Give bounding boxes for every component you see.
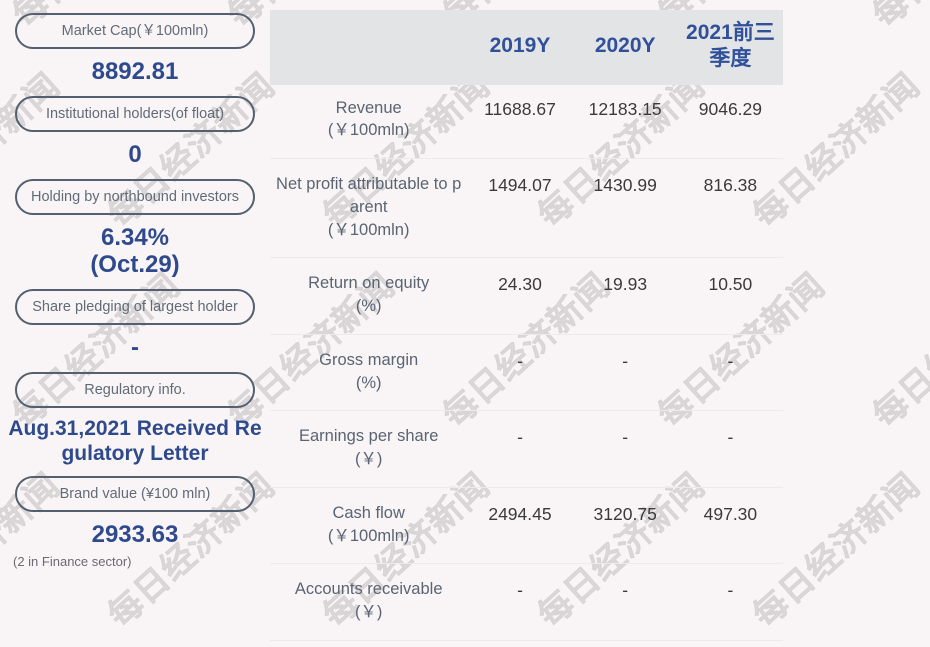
metric-value-share-pledging: - bbox=[131, 334, 139, 362]
row-value: 10.50 bbox=[677, 257, 783, 335]
row-value: 1494.07 bbox=[467, 158, 573, 259]
metric-value-regulatory-info: Aug.31,2021 Received Regulatory Letter bbox=[8, 417, 262, 465]
column-header-2020: 2020Y bbox=[572, 10, 678, 85]
row-value: - bbox=[572, 334, 678, 412]
metric-block-brand-value: Brand value (¥100 mln) 2933.63 (2 in Fin… bbox=[0, 475, 270, 569]
table-row: Gross margin (%) - - - bbox=[270, 334, 783, 412]
row-value: 12183.15 bbox=[572, 84, 678, 160]
row-value: - bbox=[467, 334, 573, 412]
row-value: 497.30 bbox=[677, 487, 783, 565]
metric-block-regulatory-info: Regulatory info. Aug.31,2021 Received Re… bbox=[0, 372, 270, 466]
table-header-row: 2019Y 2020Y 2021前三季度 bbox=[270, 10, 783, 85]
row-label: Gross margin (%) bbox=[270, 334, 468, 412]
metric-label-brand-value[interactable]: Brand value (¥100 mln) bbox=[15, 475, 255, 512]
metric-label-market-cap[interactable]: Market Cap(￥100mln) bbox=[15, 13, 255, 49]
table-row: Return on equity (%) 24.30 19.93 10.50 bbox=[270, 257, 783, 335]
row-value: - bbox=[467, 563, 573, 641]
metric-label-northbound-holding[interactable]: Holding by northbound investors bbox=[15, 178, 255, 215]
metric-label-share-pledging[interactable]: Share pledging of largest holder bbox=[15, 289, 255, 326]
column-header-metric bbox=[270, 10, 468, 85]
row-value: - bbox=[467, 410, 573, 488]
table-row: Cash flow (￥100mln) 2494.45 3120.75 497.30 bbox=[270, 487, 783, 565]
metric-value-brand-value: 2933.63 bbox=[91, 520, 179, 548]
row-label: Revenue (￥100mln) bbox=[270, 84, 468, 160]
row-label: Earnings per share (￥) bbox=[270, 410, 468, 488]
row-value: 3120.75 bbox=[572, 487, 678, 565]
row-value: 1430.99 bbox=[572, 158, 678, 259]
metric-value-institutional-holders: 0 bbox=[128, 140, 142, 168]
metric-label-institutional-holders[interactable]: Institutional holders(of float) bbox=[15, 95, 255, 132]
metric-block-institutional-holders: Institutional holders(of float) 0 bbox=[0, 95, 270, 169]
column-header-2021: 2021前三季度 bbox=[677, 10, 783, 85]
row-label: Net profit attributable to parent (￥100ml… bbox=[270, 158, 468, 259]
table-row: Revenue (￥100mln) 11688.67 12183.15 9046.29 bbox=[270, 84, 783, 160]
financial-table-container: 2019Y 2020Y 2021前三季度 Revenue (￥100mln) 116… bbox=[270, 0, 930, 641]
metrics-sidebar: Market Cap(￥100mln) 8892.81 Institutiona… bbox=[0, 0, 270, 573]
metric-block-northbound-holding: Holding by northbound investors 6.34% (Oc… bbox=[0, 178, 270, 280]
row-value: 2494.45 bbox=[467, 487, 573, 565]
table-body: Revenue (￥100mln) 11688.67 12183.15 9046.29 N… bbox=[270, 84, 783, 641]
metric-block-share-pledging: Share pledging of largest holder - bbox=[0, 289, 270, 362]
metric-value-northbound-holding: 6.34% (Oct.29) bbox=[90, 223, 180, 279]
row-value: 19.93 bbox=[572, 257, 678, 335]
row-label: Accounts receivable (￥) bbox=[270, 563, 468, 641]
table-row: Earnings per share (￥) - - - bbox=[270, 410, 783, 488]
row-value: 11688.67 bbox=[467, 84, 573, 160]
row-label: Return on equity (%) bbox=[270, 257, 468, 335]
column-header-2019: 2019Y bbox=[467, 10, 573, 85]
row-value: - bbox=[677, 410, 783, 488]
metric-label-regulatory-info[interactable]: Regulatory info. bbox=[15, 372, 255, 409]
metric-value-market-cap: 8892.81 bbox=[91, 58, 179, 85]
financial-table: 2019Y 2020Y 2021前三季度 Revenue (￥100mln) 116… bbox=[270, 10, 783, 641]
row-value: - bbox=[677, 334, 783, 412]
table-row: Net profit attributable to parent (￥100ml… bbox=[270, 158, 783, 259]
table-header: 2019Y 2020Y 2021前三季度 bbox=[270, 10, 783, 85]
metric-block-market-cap: Market Cap(￥100mln) 8892.81 bbox=[0, 13, 270, 86]
row-value: - bbox=[572, 410, 678, 488]
row-value: 816.38 bbox=[677, 158, 783, 259]
row-value: 24.30 bbox=[467, 257, 573, 335]
page-root: Market Cap(￥100mln) 8892.81 Institutiona… bbox=[0, 0, 930, 647]
row-value: - bbox=[677, 563, 783, 641]
row-label: Cash flow (￥100mln) bbox=[270, 487, 468, 565]
table-row: Accounts receivable (￥) - - - bbox=[270, 563, 783, 641]
row-value: 9046.29 bbox=[677, 84, 783, 160]
row-value: - bbox=[572, 563, 678, 641]
metric-note-brand-value-rank: (2 in Finance sector) bbox=[13, 553, 132, 569]
